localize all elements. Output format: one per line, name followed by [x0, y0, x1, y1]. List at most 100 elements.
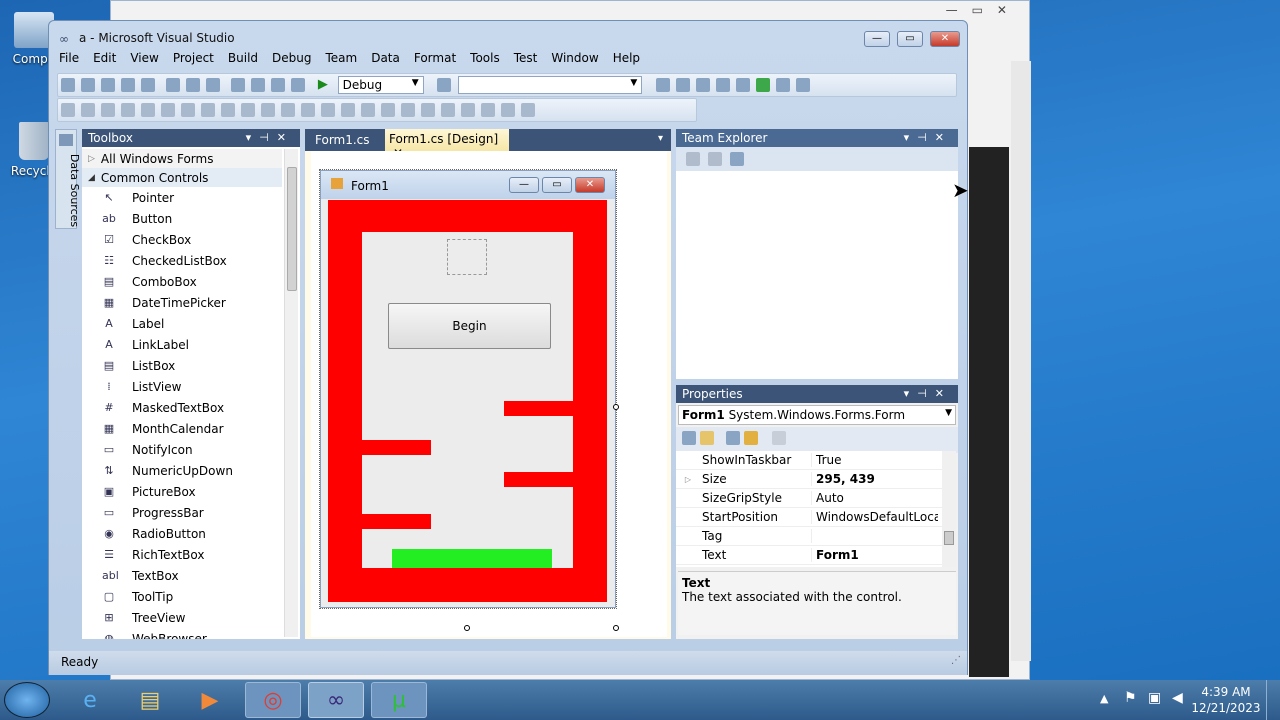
- toolbox-scroll-thumb[interactable]: [287, 167, 297, 291]
- property-scroll-thumb[interactable]: [944, 531, 954, 545]
- menu-item-team[interactable]: Team: [325, 51, 357, 69]
- menu-item-format[interactable]: Format: [414, 51, 456, 69]
- toolbox-item-numericupdown[interactable]: ⇅ NumericUpDown: [82, 460, 282, 481]
- file-explorer-taskbar-icon[interactable]: ▤: [122, 682, 178, 718]
- paste-icon[interactable]: [206, 78, 220, 92]
- property-row[interactable]: ShowInTaskbar True: [676, 451, 942, 470]
- tab-form1-design[interactable]: Form1.cs [Design] ✕: [385, 129, 509, 160]
- lock-controls-icon[interactable]: [521, 103, 535, 117]
- property-row[interactable]: Tag: [676, 527, 942, 546]
- size-to-grid-icon[interactable]: [261, 103, 275, 117]
- events-icon[interactable]: [744, 431, 758, 445]
- maximize-button[interactable]: ▭: [897, 31, 923, 47]
- toolbox-item-button[interactable]: ab Button: [82, 208, 282, 229]
- menu-item-edit[interactable]: Edit: [93, 51, 116, 69]
- tab-dropdown-icon[interactable]: ▾: [658, 133, 663, 144]
- menu-item-debug[interactable]: Debug: [272, 51, 311, 69]
- properties-header-controls[interactable]: ▾⊣✕: [904, 387, 952, 400]
- action-center-icon[interactable]: ⚑: [1124, 690, 1137, 706]
- copy-icon[interactable]: [186, 78, 200, 92]
- red-wall-right[interactable]: [573, 200, 607, 602]
- object-browser-icon[interactable]: [696, 78, 711, 92]
- increase-horizontal-spacing-icon[interactable]: [301, 103, 315, 117]
- find-combo[interactable]: ▼: [458, 76, 643, 94]
- toolbox-item-pointer[interactable]: ↖ Pointer: [82, 187, 282, 208]
- toolbox-item-richtextbox[interactable]: ☰ RichTextBox: [82, 544, 282, 565]
- red-wall-left[interactable]: [328, 200, 362, 602]
- toolbox-item-radiobutton[interactable]: ◉ RadioButton: [82, 523, 282, 544]
- property-row[interactable]: StartPositionWindowsDefaultLocatio: [676, 508, 942, 527]
- menu-item-data[interactable]: Data: [371, 51, 400, 69]
- toolbox-header-controls[interactable]: ▾⊣✕: [246, 131, 294, 144]
- refresh-icon[interactable]: [686, 152, 700, 166]
- align-rights-icon[interactable]: [121, 103, 135, 117]
- close-button[interactable]: ✕: [930, 31, 960, 47]
- toolbox-item-checkedlistbox[interactable]: ☷ CheckedListBox: [82, 250, 282, 271]
- toolbox-item-linklabel[interactable]: A LinkLabel: [82, 334, 282, 355]
- navigate-forward-icon[interactable]: [291, 78, 305, 92]
- toolbox-item-label[interactable]: A Label: [82, 313, 282, 334]
- red-obstacle-3[interactable]: [504, 472, 573, 487]
- form1-window[interactable]: Form1 — ▭ ✕ Begin: [319, 169, 617, 609]
- align-bottoms-icon[interactable]: [181, 103, 195, 117]
- align-lefts-icon[interactable]: [81, 103, 95, 117]
- team-explorer-header-controls[interactable]: ▾⊣✕: [904, 131, 952, 144]
- toolbox-item-monthcalendar[interactable]: ▦ MonthCalendar: [82, 418, 282, 439]
- stop-icon[interactable]: [708, 152, 722, 166]
- menu-item-project[interactable]: Project: [173, 51, 214, 69]
- resize-grip-icon[interactable]: ⋰: [951, 655, 961, 666]
- toolbox-item-checkbox[interactable]: ☑ CheckBox: [82, 229, 282, 250]
- red-obstacle-2[interactable]: [362, 440, 431, 455]
- toolbox-item-listbox[interactable]: ▤ ListBox: [82, 355, 282, 376]
- data-sources-side-tab[interactable]: Data Sources: [55, 129, 81, 229]
- find-in-files-icon[interactable]: [437, 78, 452, 92]
- toolbox-item-tooltip[interactable]: ▢ ToolTip: [82, 586, 282, 607]
- make-same-size-icon[interactable]: [241, 103, 255, 117]
- toolbox-item-progressbar[interactable]: ▭ ProgressBar: [82, 502, 282, 523]
- toolbox-item-maskedtextbox[interactable]: # MaskedTextBox: [82, 397, 282, 418]
- properties-icon[interactable]: [726, 431, 740, 445]
- tools-icon[interactable]: [736, 78, 751, 92]
- toolbox-group-all-windows-forms[interactable]: ▷ All Windows Forms: [82, 149, 282, 168]
- horizontal-spacing-icon[interactable]: [281, 103, 295, 117]
- center-vertically-icon[interactable]: [441, 103, 455, 117]
- menu-item-test[interactable]: Test: [514, 51, 538, 69]
- toolbox-scrollbar[interactable]: [284, 149, 298, 637]
- red-obstacle-4[interactable]: [362, 514, 431, 529]
- property-pages-icon[interactable]: [772, 431, 786, 445]
- toolbox-item-combobox[interactable]: ▤ ComboBox: [82, 271, 282, 292]
- resize-handle-bottom[interactable]: [464, 625, 470, 631]
- bring-to-front-icon[interactable]: [461, 103, 475, 117]
- open-icon[interactable]: [101, 78, 115, 92]
- redo-icon[interactable]: [251, 78, 265, 92]
- toolbox-item-listview[interactable]: ⁞ ListView: [82, 376, 282, 397]
- extension-icon[interactable]: [776, 78, 791, 92]
- tab-form1-cs[interactable]: Form1.cs: [309, 131, 376, 151]
- resize-handle-corner[interactable]: [613, 625, 619, 631]
- menu-item-help[interactable]: Help: [613, 51, 640, 69]
- toolbox-item-datetimepicker[interactable]: ▦ DateTimePicker: [82, 292, 282, 313]
- property-value[interactable]: WindowsDefaultLocatio: [812, 510, 938, 524]
- toolbox-item-webbrowser[interactable]: ◍ WebBrowser: [82, 628, 282, 640]
- toolbox-item-textbox[interactable]: abl TextBox: [82, 565, 282, 586]
- solution-configuration-dropdown[interactable]: Debug ▼: [337, 76, 424, 94]
- start-debugging-icon[interactable]: ▶: [318, 77, 328, 92]
- object-selector[interactable]: Form1 System.Windows.Forms.Form ▼: [678, 405, 956, 425]
- chrome-taskbar-icon[interactable]: ◎: [245, 682, 301, 718]
- make-same-height-icon[interactable]: [221, 103, 235, 117]
- volume-muted-icon[interactable]: ◀: [1172, 690, 1183, 706]
- toolbox-item-picturebox[interactable]: ▣ PictureBox: [82, 481, 282, 502]
- property-value[interactable]: True: [812, 453, 938, 467]
- menu-item-tools[interactable]: Tools: [470, 51, 500, 69]
- property-value[interactable]: Auto: [812, 491, 938, 505]
- decrease-horizontal-spacing-icon[interactable]: [321, 103, 335, 117]
- cut-icon[interactable]: [166, 78, 180, 92]
- menu-item-view[interactable]: View: [130, 51, 158, 69]
- menu-item-build[interactable]: Build: [228, 51, 258, 69]
- red-obstacle-1[interactable]: [504, 401, 573, 416]
- system-clock[interactable]: 4:39 AM 12/21/2023: [1190, 684, 1262, 716]
- toolbox-item-notifyicon[interactable]: ▭ NotifyIcon: [82, 439, 282, 460]
- property-row[interactable]: SizeGripStyle Auto: [676, 489, 942, 508]
- categorized-icon[interactable]: [682, 431, 696, 445]
- toolbox-icon[interactable]: [716, 78, 731, 92]
